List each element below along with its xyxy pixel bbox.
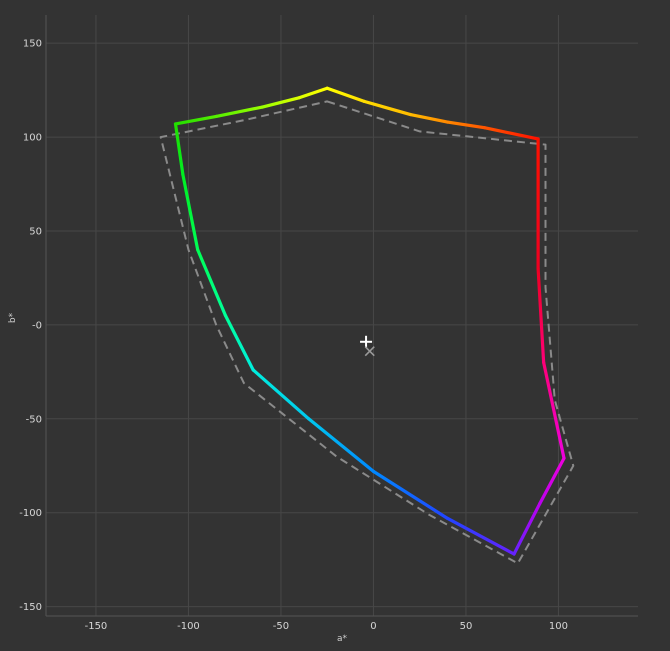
x-tick-label: 100 [549, 621, 568, 632]
x-tick-label: 0 [370, 621, 376, 632]
x-axis-label: a* [337, 634, 348, 644]
y-axis-label: b* [8, 312, 18, 323]
y-tick-label: -0 [32, 320, 42, 331]
y-tick-label: 50 [29, 226, 42, 237]
y-tick-label: -150 [19, 602, 42, 613]
y-tick-label: 150 [23, 39, 42, 50]
x-tick-label: 50 [460, 621, 473, 632]
y-tick-label: -100 [19, 508, 42, 519]
x-tick-label: -50 [273, 621, 289, 632]
x-tick-label: -150 [85, 621, 108, 632]
y-tick-label: -50 [26, 414, 42, 425]
chart-background [0, 0, 670, 651]
y-tick-label: 100 [23, 133, 42, 144]
gamut-chart: -150 -100 -50 0 50 100 -150-100-50-050100150 … [0, 0, 670, 651]
x-tick-label: -100 [177, 621, 200, 632]
